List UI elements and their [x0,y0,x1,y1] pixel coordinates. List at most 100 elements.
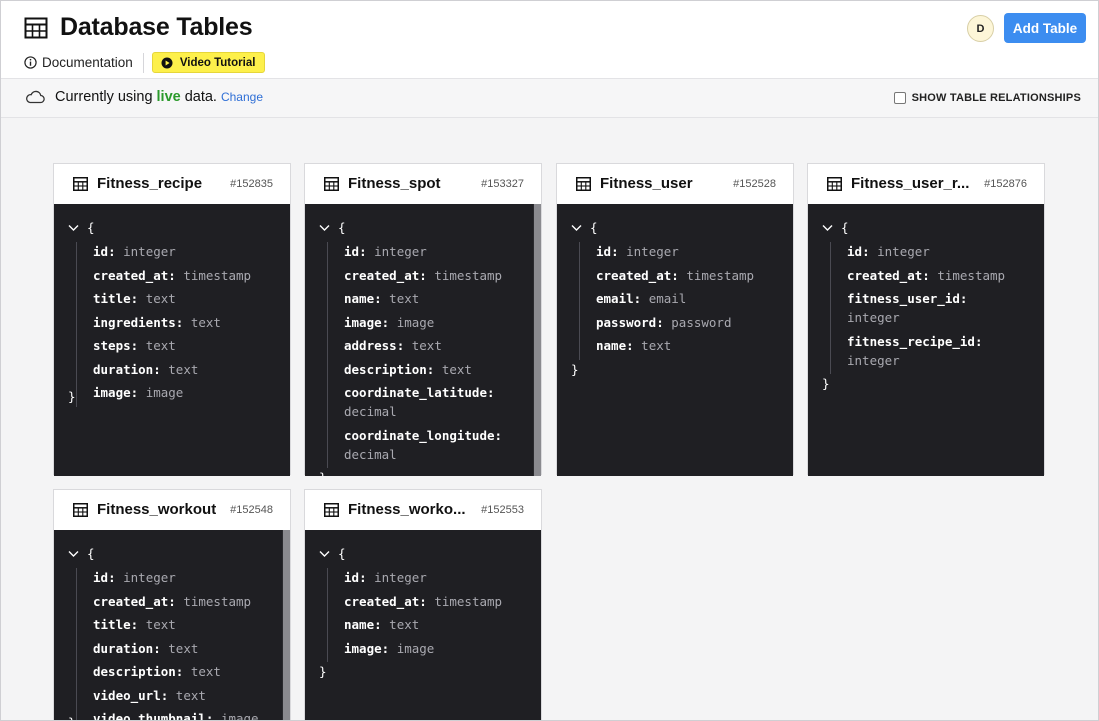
table-icon [324,503,339,517]
schema-field: id: integer [847,242,1030,261]
table-schema[interactable]: { id: integer created_at: timestamp title:… [54,530,290,721]
table-name: Fitness_workout [97,501,217,518]
table-card-header[interactable]: Fitness_recipe #152835 [54,164,290,204]
table-schema[interactable]: { id: integer created_at: timestamp title:… [54,204,290,476]
field-colon: : [419,593,427,609]
table-card[interactable]: Fitness_user #152528 { id: integer create… [556,163,794,476]
table-card[interactable]: Fitness_spot #153327 { id: integer create… [304,163,542,476]
table-name: Fitness_user [600,175,693,192]
field-type: image [396,314,435,330]
add-table-button[interactable]: Add Table [1004,13,1086,43]
table-id: #152876 [984,178,1027,190]
table-icon [576,177,591,191]
field-name: fitness_user_id [847,291,960,306]
schema-field: created_at: timestamp [344,592,527,611]
field-name: video_thumbnail [93,711,206,721]
schema-field: fitness_recipe_id: integer [847,332,1030,370]
table-card-header[interactable]: Fitness_worko... #152553 [305,490,541,530]
chevron-down-icon[interactable] [68,224,79,232]
field-colon: : [611,244,619,259]
field-name: created_at [847,267,923,283]
schema-open[interactable]: { [68,220,95,235]
close-brace: } [822,376,830,391]
table-card[interactable]: Fitness_workout #152548 { id: integer cre… [53,489,291,721]
schema-field: id: integer [596,242,779,261]
field-colon: : [130,617,139,632]
scrollbar[interactable] [282,530,290,721]
table-schema[interactable]: { id: integer created_at: timestamp fitnes… [808,204,1044,476]
open-brace: { [338,546,346,561]
table-schema[interactable]: { id: integer created_at: timestamp name: … [305,530,541,721]
schema-open[interactable]: { [822,220,849,235]
schema-field: created_at: timestamp [344,266,527,285]
table-card-header[interactable]: Fitness_user #152528 [557,164,793,204]
chevron-down-icon[interactable] [571,224,582,232]
field-type: timestamp [434,593,503,609]
chevron-down-icon[interactable] [319,224,330,232]
table-card-header[interactable]: Fitness_spot #153327 [305,164,541,204]
schema-open[interactable]: { [571,220,598,235]
documentation-link[interactable]: Documentation [24,55,133,70]
table-schema[interactable]: { id: integer created_at: timestamp name: … [305,204,541,476]
table-card[interactable]: Fitness_worko... #152553 { id: integer cr… [304,489,542,721]
schema-open[interactable]: { [319,220,346,235]
scrollbar[interactable] [533,204,541,476]
field-name: ingredients [93,314,176,330]
relationships-checkbox[interactable] [893,92,906,104]
schema-field: ingredients: text [93,313,276,332]
schema-field: description: text [93,662,276,681]
schema-field: name: text [344,615,527,634]
table-icon [73,503,88,517]
field-type: text [389,617,420,632]
schema-field: coordinate_longitude: decimal [344,426,527,464]
table-id: #152835 [230,178,273,190]
documentation-label: Documentation [42,55,133,70]
field-colon: : [922,267,930,283]
close-brace: } [68,389,76,404]
field-type: text [175,687,206,703]
schema-field: address: text [344,336,527,355]
field-colon: : [959,291,968,306]
table-card-header[interactable]: Fitness_workout #152548 [54,490,290,530]
field-name: name [344,291,375,306]
table-schema[interactable]: { id: integer created_at: timestamp email:… [557,204,793,476]
field-type: integer [847,310,900,325]
field-name: description [93,664,176,679]
field-list: id: integer created_at: timestamp name: te… [327,242,527,468]
open-brace: { [87,220,95,235]
relationships-toggle[interactable]: SHOW TABLE RELATIONSHIPS [893,92,1081,104]
field-colon: : [175,314,184,330]
field-colon: : [205,711,214,721]
avatar[interactable]: D [967,15,994,42]
table-card[interactable]: Fitness_user_r... #152876 { id: integer c… [807,163,1045,476]
field-type: image [396,640,435,656]
field-name: coordinate_latitude [344,385,487,400]
field-type: integer [374,244,427,259]
video-tutorial-button[interactable]: Video Tutorial [151,52,266,73]
info-icon [24,56,37,69]
schema-field: id: integer [93,242,276,261]
table-id: #152548 [230,504,273,516]
table-card-header[interactable]: Fitness_user_r... #152876 [808,164,1044,204]
page-header: Database Tables Documentation Video Tuto… [0,0,1099,79]
table-name: Fitness_user_r... [851,175,970,192]
schema-field: created_at: timestamp [93,266,276,285]
field-colon: : [381,640,390,656]
schema-field: title: text [93,289,276,308]
schema-open[interactable]: { [319,546,346,561]
data-source-status: Currently using live data. Change [25,89,263,105]
field-type: text [168,361,199,377]
chevron-down-icon[interactable] [68,550,79,558]
field-name: image [93,385,131,400]
field-colon: : [130,338,139,353]
chevron-down-icon[interactable] [319,550,330,558]
table-card[interactable]: Fitness_recipe #152835 { id: integer crea… [53,163,291,476]
schema-field: duration: text [93,360,276,379]
title-row: Database Tables [24,13,253,42]
field-type: decimal [344,404,397,419]
schema-field: duration: text [93,639,276,658]
chevron-down-icon[interactable] [822,224,833,232]
change-link[interactable]: Change [221,90,263,104]
schema-open[interactable]: { [68,546,95,561]
field-name: address [344,338,397,353]
